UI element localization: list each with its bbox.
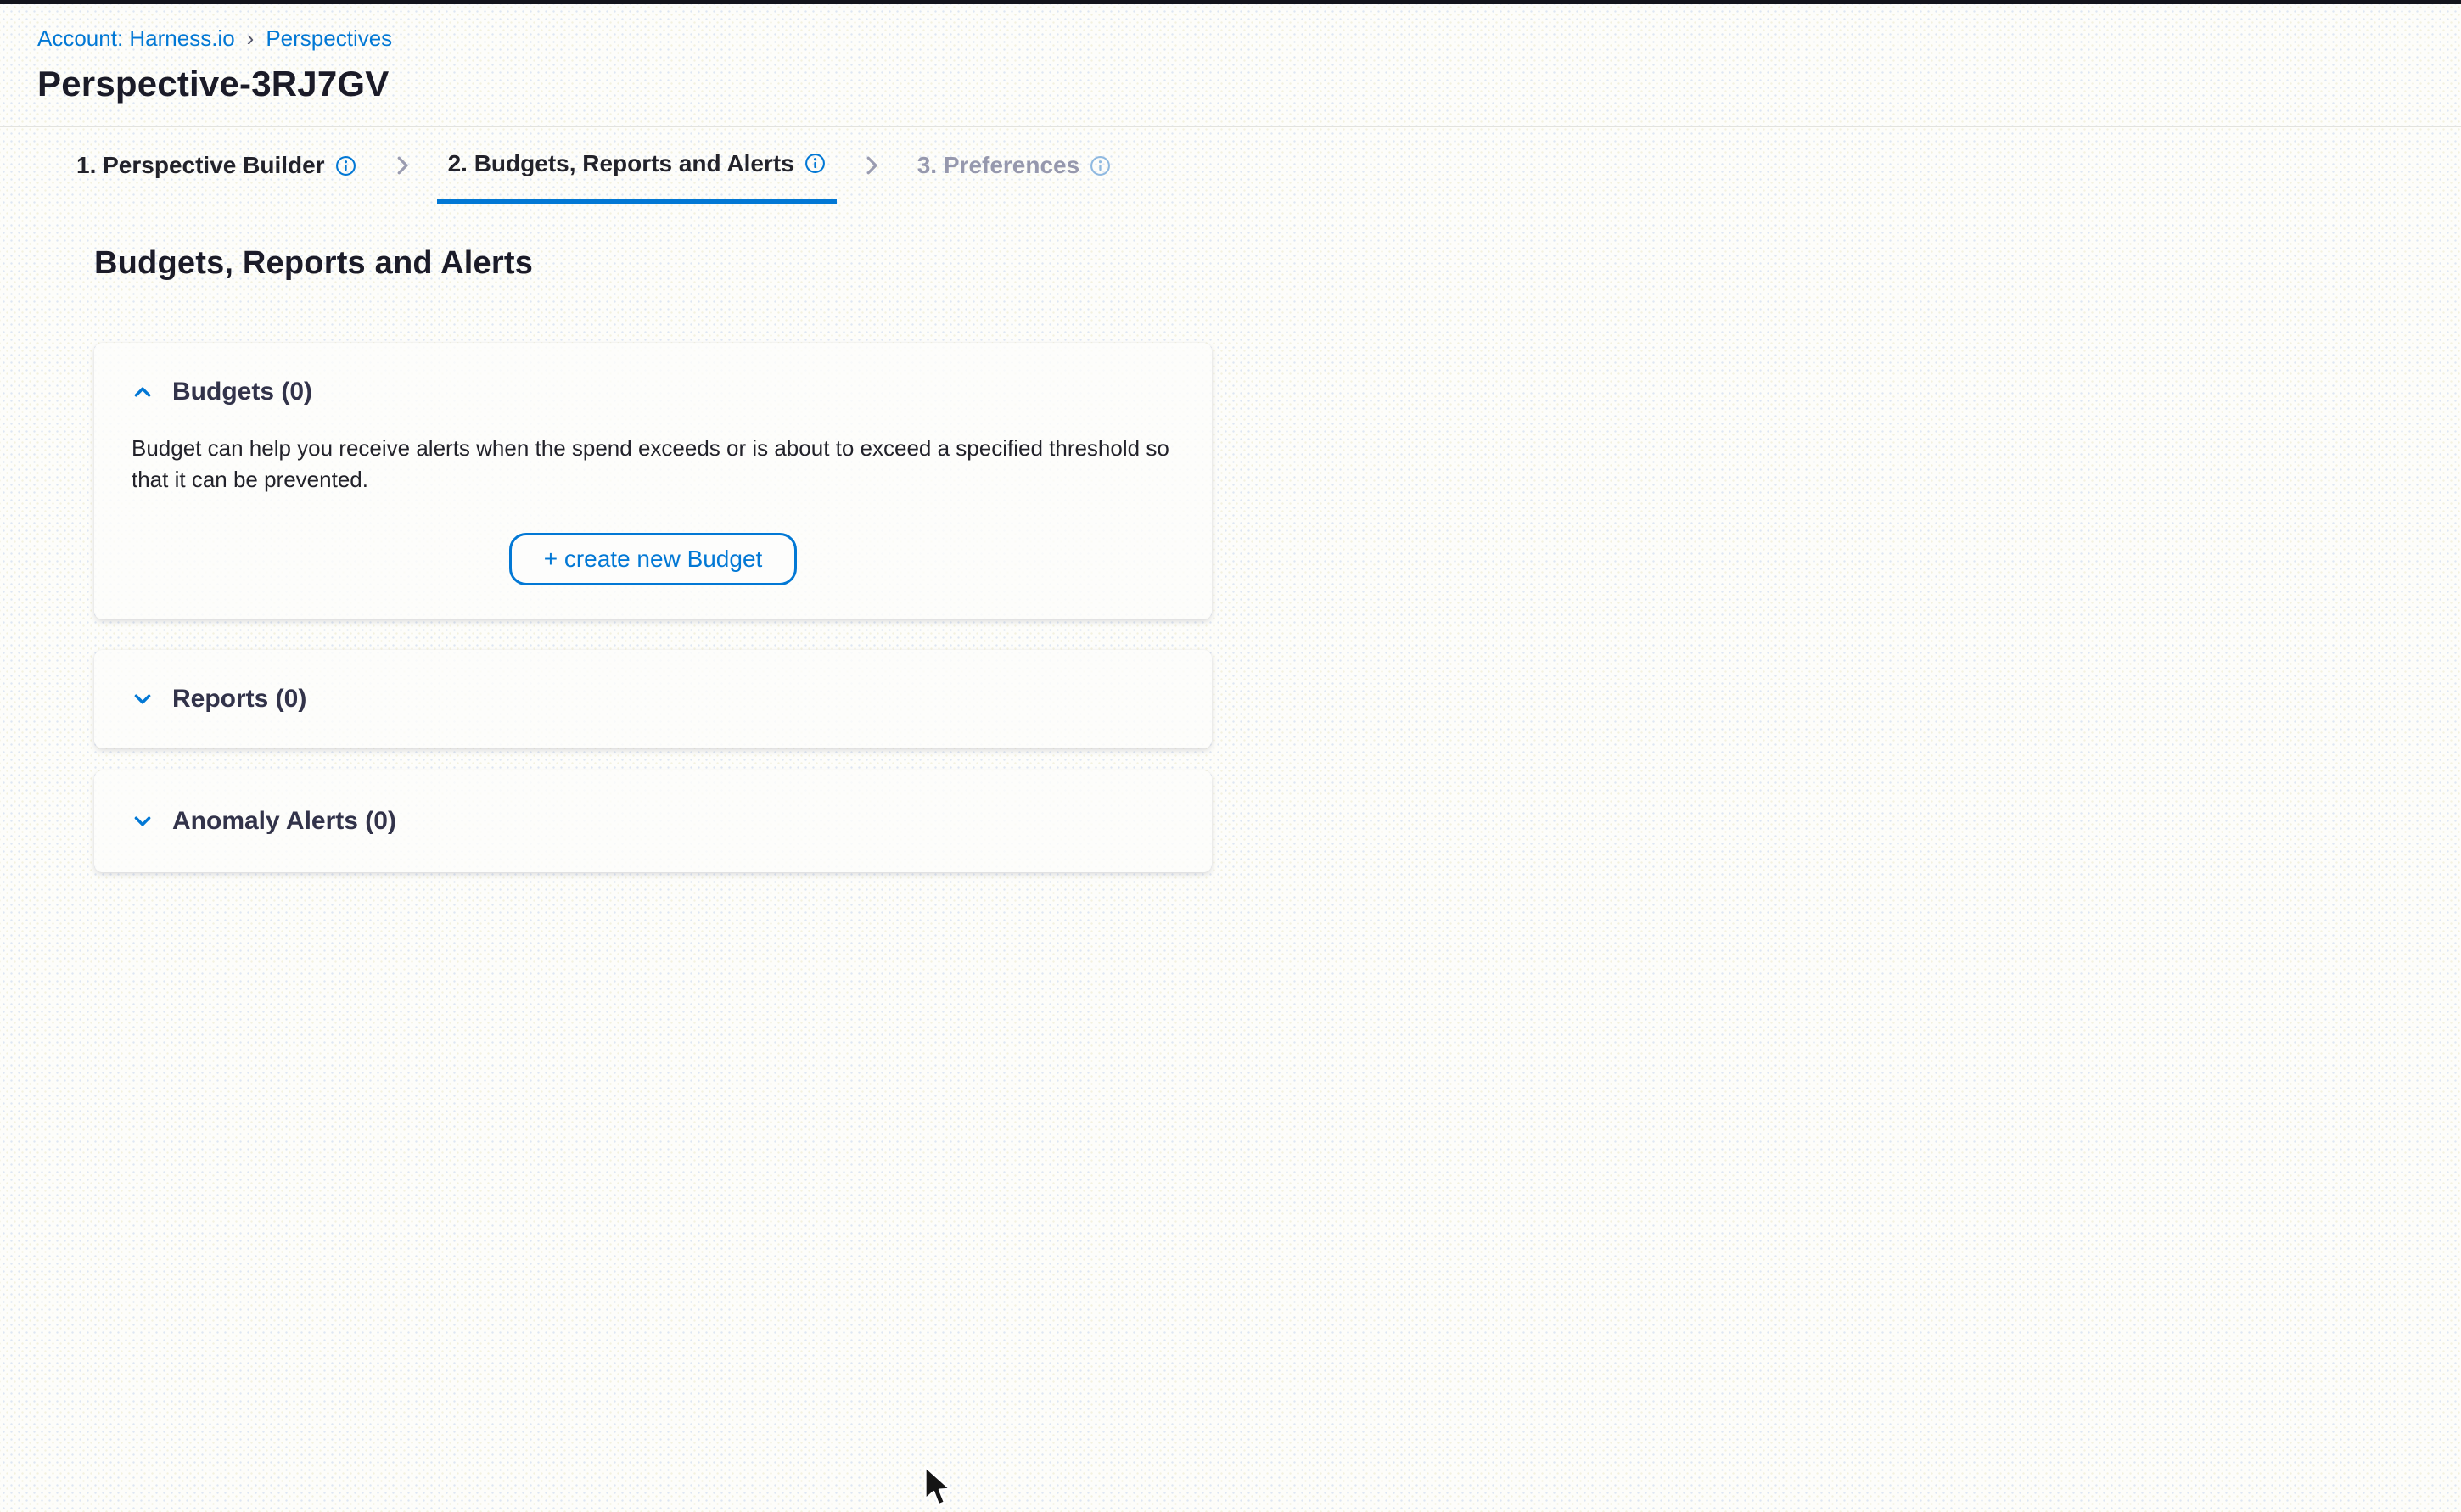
budgets-button-row: + create new Budget xyxy=(132,533,1174,585)
create-new-budget-button[interactable]: + create new Budget xyxy=(509,533,798,585)
tab-preferences-label: 3. Preferences xyxy=(917,152,1079,179)
chevron-right-icon xyxy=(859,153,884,178)
reports-card-title: Reports (0) xyxy=(172,684,306,714)
tab-budgets-reports-alerts-label: 2. Budgets, Reports and Alerts xyxy=(448,150,794,177)
anomaly-alerts-card: Anomaly Alerts (0) xyxy=(94,770,1212,872)
anomaly-alerts-card-title: Anomaly Alerts (0) xyxy=(172,806,396,837)
breadcrumb-account-link[interactable]: Account: Harness.io xyxy=(37,25,235,51)
anomaly-alerts-card-header[interactable]: Anomaly Alerts (0) xyxy=(132,806,1174,837)
tab-perspective-builder-label: 1. Perspective Builder xyxy=(76,152,325,179)
mouse-pointer-icon xyxy=(921,1465,955,1512)
info-icon[interactable] xyxy=(1090,155,1111,176)
tab-budgets-reports-alerts[interactable]: 2. Budgets, Reports and Alerts xyxy=(437,127,837,204)
breadcrumb: Account: Harness.io › Perspectives xyxy=(37,25,2461,51)
perspective-wizard-page: Account: Harness.io › Perspectives Persp… xyxy=(0,0,2461,1512)
breadcrumb-perspectives-link[interactable]: Perspectives xyxy=(266,25,392,51)
reports-card-header[interactable]: Reports (0) xyxy=(132,684,1174,714)
wizard-step-tabs: 1. Perspective Builder 2. Budgets, Repor… xyxy=(0,127,2461,204)
breadcrumb-separator-icon: › xyxy=(247,25,255,51)
budgets-card-title: Budgets (0) xyxy=(172,377,312,407)
budgets-card-header[interactable]: Budgets (0) xyxy=(132,377,1174,407)
section-heading: Budgets, Reports and Alerts xyxy=(94,244,2461,282)
info-icon[interactable] xyxy=(335,155,356,176)
reports-card: Reports (0) xyxy=(94,650,1212,748)
budgets-description: Budget can help you receive alerts when … xyxy=(132,433,1188,496)
window-top-edge xyxy=(0,0,2461,4)
budgets-card: Budgets (0) Budget can help you receive … xyxy=(94,343,1212,619)
info-icon[interactable] xyxy=(804,153,826,174)
chevron-up-icon[interactable] xyxy=(132,381,154,403)
page-title: Perspective-3RJ7GV xyxy=(37,63,2461,105)
chevron-down-icon[interactable] xyxy=(132,810,154,832)
tab-perspective-builder[interactable]: 1. Perspective Builder xyxy=(65,127,367,204)
page-header: Account: Harness.io › Perspectives Persp… xyxy=(0,0,2461,127)
tab-preferences[interactable]: 3. Preferences xyxy=(906,127,1122,204)
chevron-right-icon xyxy=(390,153,415,178)
main-content: Budgets, Reports and Alerts Budgets (0) … xyxy=(0,204,2461,872)
chevron-down-icon[interactable] xyxy=(132,688,154,710)
